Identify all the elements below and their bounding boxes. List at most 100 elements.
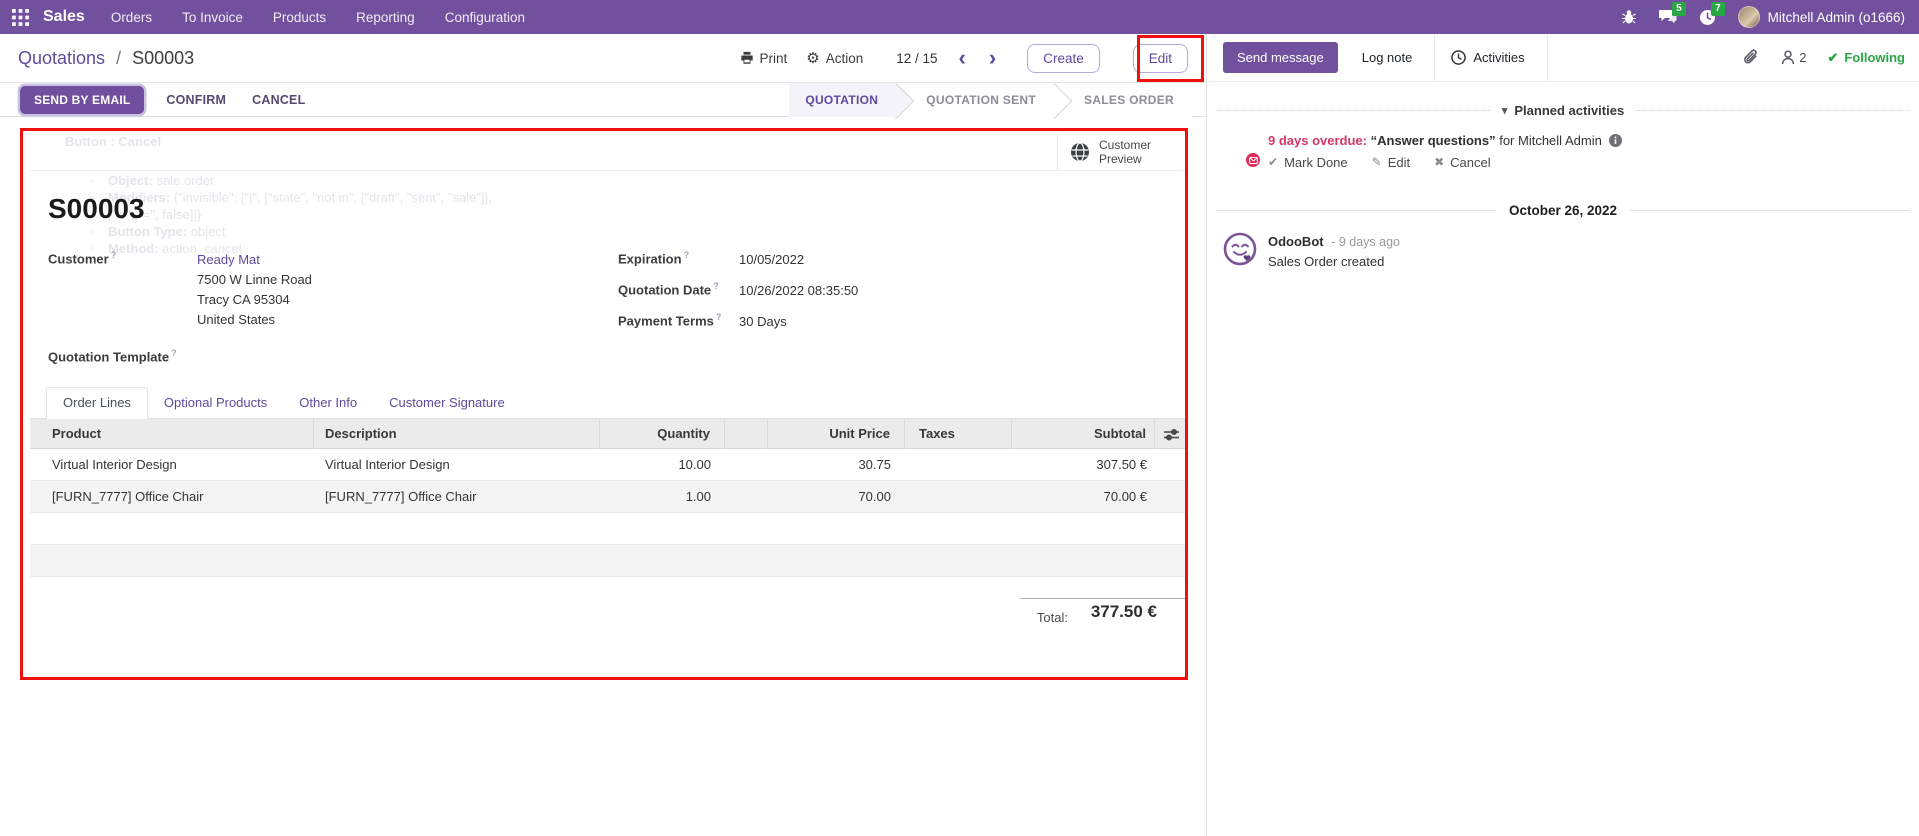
gear-icon: ⚙ <box>806 51 819 66</box>
activity-summary: “Answer questions” <box>1371 133 1496 148</box>
activities-clock-icon[interactable]: 7 <box>1699 9 1716 26</box>
app-name[interactable]: Sales <box>43 8 85 26</box>
create-button[interactable]: Create <box>1027 44 1100 73</box>
breadcrumb: Quotations / S00003 <box>18 48 194 69</box>
statusbar: SEND BY EMAIL CONFIRM CANCEL QUOTATION Q… <box>0 82 1206 117</box>
send-by-email-button[interactable]: SEND BY EMAIL <box>20 86 144 114</box>
column-subtotal[interactable]: Subtotal <box>1012 419 1155 449</box>
edit-button[interactable]: Edit <box>1133 44 1188 73</box>
info-icon[interactable] <box>1609 134 1622 147</box>
column-unit-price[interactable]: Unit Price <box>768 419 905 449</box>
menu-configuration[interactable]: Configuration <box>445 10 525 25</box>
debug-tooltip-ghost-title: Button : Cancel <box>65 134 705 149</box>
chatter-panel: Send message Log note Activities <box>1206 34 1919 836</box>
user-menu[interactable]: Mitchell Admin (o1666) <box>1738 6 1905 28</box>
navbar-left: Sales Orders To Invoice Products Reporti… <box>12 8 525 26</box>
message-author[interactable]: OdooBot <box>1268 234 1324 249</box>
optional-columns-icon[interactable] <box>1155 419 1188 449</box>
email-activity-badge-icon <box>1244 151 1262 169</box>
pager-next-icon[interactable]: › <box>987 47 998 69</box>
menu-products[interactable]: Products <box>273 10 326 25</box>
button-box-divider <box>30 170 1188 171</box>
tab-other-info[interactable]: Other Info <box>283 388 373 418</box>
column-description[interactable]: Description <box>314 419 600 449</box>
order-line-row[interactable]: Virtual Interior Design Virtual Interior… <box>30 449 1188 481</box>
followers-button[interactable]: 2 <box>1781 50 1806 65</box>
chatter-topbar: Send message Log note Activities <box>1207 34 1919 82</box>
menu-to-invoice[interactable]: To Invoice <box>182 10 243 25</box>
message-time: - 9 days ago <box>1331 235 1400 249</box>
cell-description: [FURN_7777] Office Chair <box>314 489 600 504</box>
total-divider <box>1020 598 1185 599</box>
expiration-value: 10/05/2022 <box>739 250 804 270</box>
dotted-divider <box>1635 110 1910 111</box>
order-line-row[interactable]: [FURN_7777] Office Chair [FURN_7777] Off… <box>30 481 1188 513</box>
messages-icon[interactable]: 5 <box>1659 9 1677 25</box>
user-avatar <box>1738 6 1760 28</box>
pager-previous-icon[interactable]: ‹ <box>957 47 968 69</box>
customer-preview-button[interactable]: Customer Preview <box>1057 134 1188 170</box>
cross-icon: ✖ <box>1434 153 1444 172</box>
debug-bug-icon[interactable] <box>1621 9 1637 25</box>
confirm-button[interactable]: CONFIRM <box>166 93 226 107</box>
schedule-activity-button[interactable]: Activities <box>1451 50 1524 65</box>
following-button[interactable]: ✔ Following <box>1827 50 1905 66</box>
help-icon: ? <box>111 250 117 260</box>
field-quotation-date: Quotation Date? 10/26/2022 08:35:50 <box>618 281 858 301</box>
activity-avatar[interactable] <box>1223 131 1257 165</box>
navbar-right: 5 7 Mitchell Admin (o1666) <box>1621 6 1905 28</box>
log-note-button[interactable]: Log note <box>1362 50 1413 65</box>
order-lines-header: Product Description Quantity Unit Price … <box>30 419 1188 449</box>
total-value: 377.50 € <box>1012 602 1157 622</box>
order-lines-table: Product Description Quantity Unit Price … <box>30 419 1188 577</box>
tab-customer-signature[interactable]: Customer Signature <box>373 388 521 418</box>
chatter-topbar-right: 2 ✔ Following <box>1743 49 1905 67</box>
send-message-button[interactable]: Send message <box>1223 42 1338 73</box>
apps-menu-icon[interactable] <box>12 9 29 26</box>
customer-address-line: United States <box>197 312 275 327</box>
tab-optional-products[interactable]: Optional Products <box>148 388 283 418</box>
customer-name-link[interactable]: Ready Mat <box>197 252 260 267</box>
check-icon: ✔ <box>1268 153 1278 172</box>
planned-activities-toggle[interactable]: ▾ Planned activities <box>1491 103 1635 118</box>
clock-icon <box>1451 50 1466 65</box>
message-header: OdooBot - 9 days ago <box>1268 232 1400 252</box>
attachment-paperclip-icon[interactable] <box>1743 49 1760 67</box>
mark-done-button[interactable]: ✔ Mark Done <box>1268 153 1348 172</box>
quotation-number-title: S00003 <box>48 193 145 225</box>
navbar-menus: Orders To Invoice Products Reporting Con… <box>111 10 525 25</box>
customer-address-line: Tracy CA 95304 <box>197 292 290 307</box>
breadcrumb-separator: / <box>110 48 127 68</box>
column-quantity[interactable]: Quantity <box>600 419 725 449</box>
user-name: Mitchell Admin (o1666) <box>1768 10 1905 25</box>
empty-row <box>30 545 1188 577</box>
topbar-divider <box>1547 34 1548 82</box>
column-taxes[interactable]: Taxes <box>905 419 1012 449</box>
activity-edit-button[interactable]: ✎ Edit <box>1372 153 1410 172</box>
cell-quantity: 1.00 <box>600 489 725 504</box>
chatter-message: OdooBot - 9 days ago Sales Order created <box>1207 218 1919 272</box>
step-quotation-sent[interactable]: QUOTATION SENT <box>896 83 1054 117</box>
step-quotation[interactable]: QUOTATION <box>789 83 896 117</box>
cancel-button[interactable]: CANCEL <box>252 93 305 107</box>
breadcrumb-quotations-link[interactable]: Quotations <box>18 48 105 68</box>
debug-tooltip-ghost-list: ◦Object: sale.order ◦Modifiers: {"invisi… <box>90 172 710 257</box>
activity-overdue-text: 9 days overdue: <box>1268 133 1367 148</box>
activities-badge: 7 <box>1711 2 1725 16</box>
menu-orders[interactable]: Orders <box>111 10 152 25</box>
activity-item: 9 days overdue: “Answer questions” for M… <box>1207 118 1919 172</box>
followers-count: 2 <box>1799 50 1806 65</box>
help-icon: ? <box>171 348 177 358</box>
activity-cancel-button[interactable]: ✖ Cancel <box>1434 153 1491 172</box>
step-sales-order[interactable]: SALES ORDER <box>1054 83 1192 117</box>
column-product[interactable]: Product <box>30 419 314 449</box>
tab-order-lines[interactable]: Order Lines <box>46 387 148 419</box>
action-button[interactable]: ⚙ Action <box>806 51 863 66</box>
pager-value: 12 / 15 <box>896 51 937 66</box>
print-button[interactable]: Print <box>740 51 788 66</box>
divider-line <box>1216 210 1496 211</box>
column-blank <box>725 419 768 449</box>
quotation-template-label: Quotation Template? <box>48 348 177 364</box>
breadcrumb-current: S00003 <box>132 48 194 68</box>
menu-reporting[interactable]: Reporting <box>356 10 415 25</box>
